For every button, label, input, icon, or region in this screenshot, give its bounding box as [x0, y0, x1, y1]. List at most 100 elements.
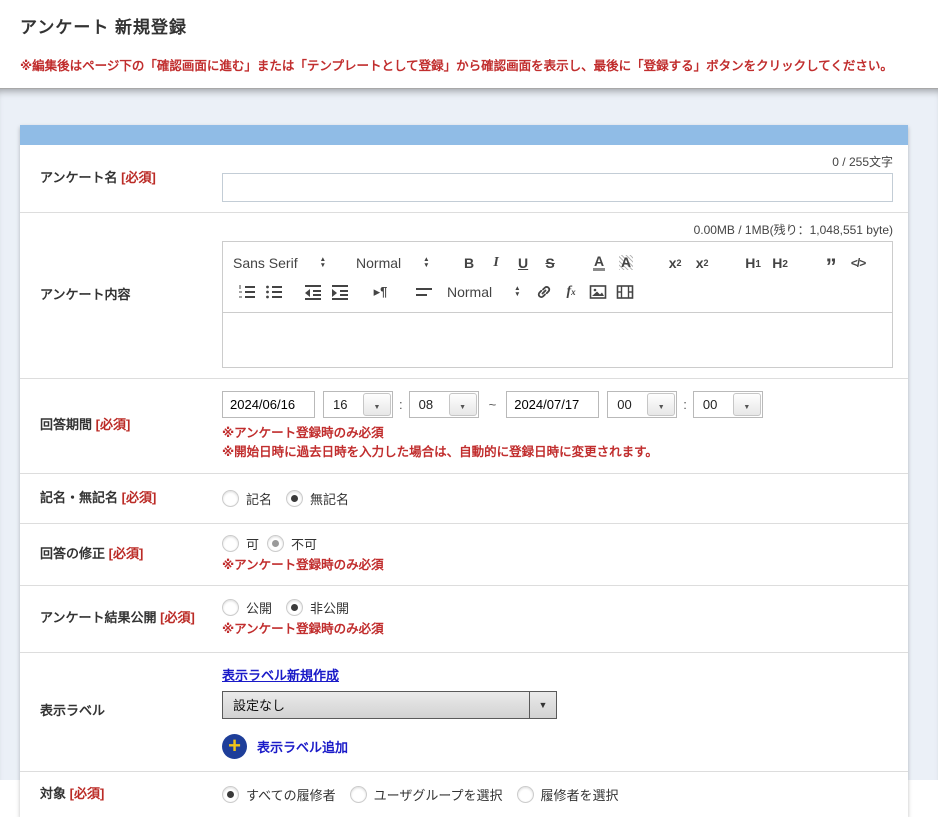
blockquote-icon[interactable]: ”: [818, 251, 845, 275]
spinner-down-icon[interactable]: ▼: [733, 393, 761, 416]
radio-circle[interactable]: [350, 786, 367, 803]
display-label-label: 表示ラベル: [20, 691, 222, 732]
strikethrough-icon[interactable]: S: [537, 251, 564, 275]
form-row-survey-name: アンケート名 [必須] 0 / 255文字: [20, 145, 908, 213]
radio-circle-selected[interactable]: [267, 535, 284, 552]
period-note-2: ※開始日時に過去日時を入力した場合は、自動的に登録日時に変更されます。: [222, 443, 893, 462]
add-display-label-button[interactable]: + 表示ラベル追加: [222, 734, 893, 759]
plus-icon: +: [222, 734, 247, 759]
survey-content-label: アンケート内容: [20, 275, 222, 316]
form-row-display-label: 表示ラベル 表示ラベル新規作成 設定なし ▼ + 表示ラベル追加: [20, 653, 908, 772]
form-row-survey-content: アンケート内容 0.00MB / 1MB(残り：1,048,551 byte) …: [20, 213, 908, 379]
radio-select-students[interactable]: 履修者を選択: [517, 785, 619, 804]
form-row-result-publication: アンケート結果公開 [必須] 公開 非公開 ※アンケート登録時のみ必須: [20, 586, 908, 652]
radio-anonymous[interactable]: 無記名: [286, 489, 349, 508]
indent-icon[interactable]: [326, 280, 353, 304]
required-badge: [必須]: [121, 170, 156, 185]
radio-modification-allowed[interactable]: 可: [222, 534, 259, 553]
radio-circle[interactable]: [222, 535, 239, 552]
required-badge: [必須]: [160, 610, 195, 625]
result-publication-label: アンケート結果公開 [必須]: [20, 598, 222, 639]
spinner-down-icon[interactable]: ▼: [449, 393, 477, 416]
outdent-icon[interactable]: [299, 280, 326, 304]
radio-circle[interactable]: [222, 599, 239, 616]
radio-circle[interactable]: [222, 490, 239, 507]
required-badge: [必須]: [96, 417, 131, 432]
end-date-input[interactable]: [506, 391, 599, 418]
survey-content-size-counter: 0.00MB / 1MB(残り：1,048,551 byte): [222, 221, 893, 238]
period-tilde: ~: [489, 397, 497, 412]
align-icon[interactable]: [410, 280, 437, 304]
chevron-updown-icon: ▲▼: [423, 257, 429, 268]
start-minute-spinner[interactable]: 08 ▼: [409, 391, 479, 418]
formula-icon[interactable]: fx: [558, 280, 585, 304]
select-dropdown-arrow-icon[interactable]: ▼: [529, 692, 556, 718]
subscript-icon[interactable]: x2: [662, 251, 689, 275]
font-select[interactable]: Sans Serif ▲▼: [233, 255, 326, 271]
header-1-icon[interactable]: H1: [740, 251, 767, 275]
end-minute-spinner[interactable]: 00 ▼: [693, 391, 763, 418]
editor-content-area[interactable]: [222, 313, 893, 368]
target-label: 対象 [必須]: [20, 774, 222, 815]
radio-private[interactable]: 非公開: [286, 598, 349, 617]
superscript-icon[interactable]: x2: [689, 251, 716, 275]
radio-circle-selected[interactable]: [286, 599, 303, 616]
page-header: アンケート 新規登録 ※編集後はページ下の「確認画面に進む」または「テンプレート…: [0, 0, 938, 89]
image-icon[interactable]: [585, 280, 612, 304]
radio-circle[interactable]: [517, 786, 534, 803]
required-badge: [必須]: [70, 786, 105, 801]
video-icon[interactable]: [612, 280, 639, 304]
ordered-list-icon[interactable]: [233, 280, 260, 304]
chevron-updown-icon: ▲▼: [514, 286, 520, 297]
time-colon: :: [683, 397, 687, 412]
start-hour-spinner[interactable]: 16 ▼: [323, 391, 393, 418]
period-note-1: ※アンケート登録時のみ必須: [222, 424, 893, 443]
bold-icon[interactable]: B: [456, 251, 483, 275]
bullet-list-icon[interactable]: [260, 280, 287, 304]
end-hour-spinner[interactable]: 00 ▼: [607, 391, 677, 418]
radio-all-students[interactable]: すべての履修者: [222, 785, 336, 804]
result-publication-note: ※アンケート登録時のみ必須: [222, 620, 893, 639]
header-2-icon[interactable]: H2: [767, 251, 794, 275]
radio-modification-not-allowed[interactable]: 不可: [267, 534, 317, 553]
radio-select-user-group[interactable]: ユーザグループを選択: [350, 785, 503, 804]
radio-public[interactable]: 公開: [222, 598, 272, 617]
spinner-down-icon[interactable]: ▼: [647, 393, 675, 416]
radio-circle-selected[interactable]: [222, 786, 239, 803]
form-row-answer-period: 回答期間 [必須] 16 ▼ : 08 ▼ ~: [20, 379, 908, 474]
editor-toolbar: Sans Serif ▲▼ Normal ▲▼: [222, 241, 893, 313]
text-direction-icon[interactable]: ▸¶: [367, 280, 394, 304]
required-badge: [必須]: [109, 546, 144, 561]
radio-named[interactable]: 記名: [222, 489, 272, 508]
survey-name-char-counter: 0 / 255文字: [222, 153, 893, 170]
link-icon[interactable]: [531, 280, 558, 304]
code-block-icon[interactable]: </>: [845, 251, 872, 275]
survey-name-input[interactable]: [222, 173, 893, 202]
chevron-updown-icon: ▲▼: [320, 257, 326, 268]
survey-form-panel: アンケート名 [必須] 0 / 255文字 アンケート内容 0.00MB / 1…: [20, 125, 908, 817]
modification-label: 回答の修正 [必須]: [20, 534, 222, 575]
create-display-label-link[interactable]: 表示ラベル新規作成: [222, 665, 339, 684]
required-badge: [必須]: [122, 490, 157, 505]
radio-circle-selected[interactable]: [286, 490, 303, 507]
panel-accent-bar: [20, 125, 908, 145]
form-row-modification: 回答の修正 [必須] 可 不可 ※アンケート登録時のみ必須: [20, 524, 908, 586]
page-title: アンケート 新規登録: [20, 13, 918, 38]
naming-label: 記名・無記名 [必須]: [20, 478, 222, 519]
background-color-icon[interactable]: A: [613, 251, 640, 275]
italic-icon[interactable]: I: [483, 251, 510, 275]
page-body: アンケート名 [必須] 0 / 255文字 アンケート内容 0.00MB / 1…: [0, 89, 938, 780]
underline-icon[interactable]: U: [510, 251, 537, 275]
size-select[interactable]: Normal ▲▼: [356, 255, 430, 271]
text-color-icon[interactable]: A: [586, 251, 613, 275]
answer-period-label: 回答期間 [必須]: [20, 405, 222, 446]
time-colon: :: [399, 397, 403, 412]
start-date-input[interactable]: [222, 391, 315, 418]
style-select[interactable]: Normal ▲▼: [447, 284, 521, 300]
edit-instruction-notice: ※編集後はページ下の「確認画面に進む」または「テンプレートとして登録」から確認画…: [20, 55, 918, 74]
display-label-select[interactable]: 設定なし ▼: [222, 691, 557, 719]
form-row-naming: 記名・無記名 [必須] 記名 無記名: [20, 474, 908, 524]
spinner-down-icon[interactable]: ▼: [363, 393, 391, 416]
form-row-target: 対象 [必須] すべての履修者 ユーザグループを選択 履修者を選択: [20, 772, 908, 817]
survey-name-label: アンケート名 [必須]: [20, 158, 222, 199]
